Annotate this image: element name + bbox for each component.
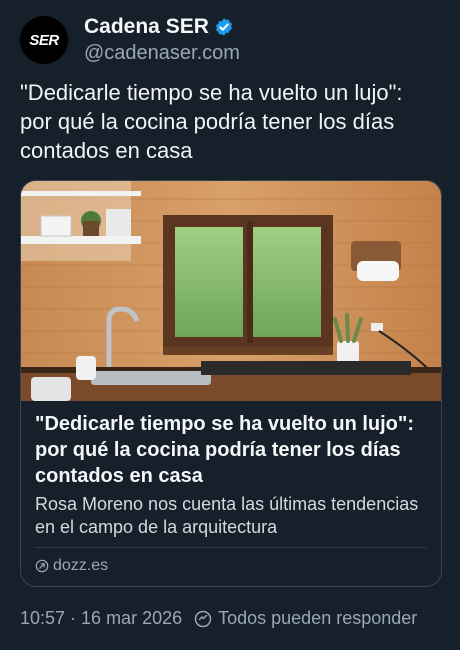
link-icon — [35, 559, 49, 573]
timestamp[interactable]: 10:57 · 16 mar 2026 — [20, 608, 182, 629]
display-name[interactable]: Cadena SER — [84, 15, 209, 39]
post-text: "Dedicarle tiempo se ha vuelto un lujo":… — [20, 80, 403, 163]
account-names: Cadena SER @cadenaser.com — [84, 15, 240, 65]
card-domain-text: dozz.es — [53, 557, 109, 574]
reply-settings-icon — [194, 610, 212, 627]
post-header: SER Cadena SER @cadenaser.com — [20, 12, 440, 68]
verified-badge-icon — [215, 18, 232, 36]
card-domain[interactable]: dozz.es — [35, 557, 108, 575]
card-title[interactable]: "Dedicarle tiempo se ha vuelto un lujo":… — [35, 411, 431, 489]
card-description: Rosa Moreno nos cuenta las últimas tende… — [35, 494, 419, 537]
handle[interactable]: @cadenaser.com — [84, 42, 240, 65]
post-meta: 10:57 · 16 mar 2026 Todos pueden respond… — [20, 608, 450, 629]
avatar[interactable]: SER — [20, 16, 68, 64]
card-divider — [35, 547, 427, 548]
link-card[interactable]: "Dedicarle tiempo se ha vuelto un lujo":… — [20, 180, 442, 587]
avatar-logo-text: SER — [29, 31, 59, 49]
kitchen-photo[interactable] — [21, 181, 441, 401]
name-row: Cadena SER — [84, 15, 240, 39]
reply-setting[interactable]: Todos pueden responder — [218, 608, 417, 629]
